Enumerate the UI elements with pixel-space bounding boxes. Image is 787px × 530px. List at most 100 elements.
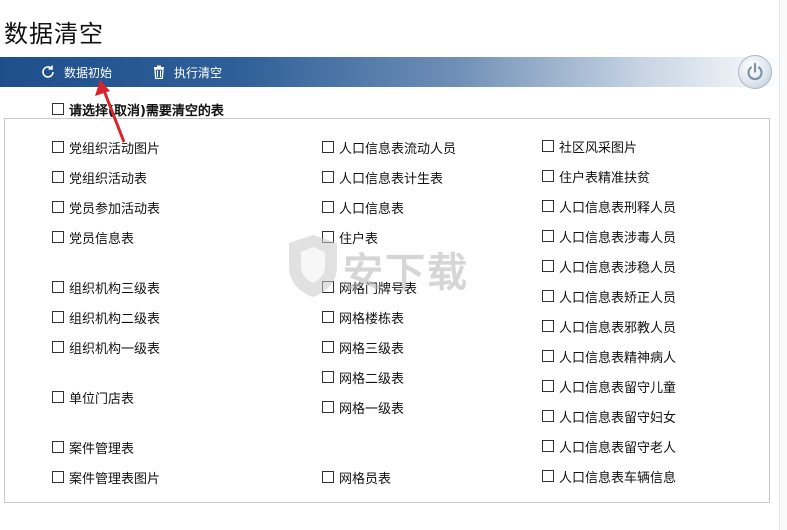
watermark-shield-icon (289, 235, 337, 297)
select-all-label: 请选择(取消)需要清空的表 (69, 103, 224, 119)
table-checkbox-label: 人口信息表精神病人 (559, 350, 677, 366)
window-right-edge (779, 0, 787, 530)
page-title: 数据清空 (4, 20, 104, 48)
toolbar: 数据初始 执行清空 (0, 57, 787, 87)
checkbox-box[interactable] (52, 441, 64, 453)
table-checkbox[interactable]: 党组织活动图片 (52, 138, 161, 157)
table-checkbox[interactable]: 单位门店表 (52, 388, 135, 407)
checkbox-box[interactable] (542, 380, 554, 392)
table-checkbox[interactable]: 人口信息表流动人员 (322, 138, 457, 157)
table-checkbox[interactable]: 组织机构一级表 (52, 338, 161, 357)
checkbox-box[interactable] (322, 341, 334, 353)
table-checkbox-label: 人口信息表留守妇女 (559, 410, 677, 426)
table-checkbox[interactable]: 案件管理表图片 (52, 468, 161, 487)
table-checkbox[interactable]: 网格员表 (322, 468, 392, 487)
table-checkbox-label: 网格楼栋表 (339, 311, 405, 327)
checkbox-box[interactable] (542, 290, 554, 302)
table-checkbox[interactable]: 人口信息表涉稳人员 (542, 257, 677, 276)
table-checkbox-label: 党组织活动图片 (69, 141, 161, 157)
table-checkbox-label: 案件管理表图片 (69, 471, 161, 487)
checkbox-box[interactable] (542, 410, 554, 422)
table-checkbox[interactable]: 人口信息表留守老人 (542, 437, 677, 456)
checkbox-box[interactable] (52, 281, 64, 293)
table-checkbox-label: 住户表精准扶贫 (559, 170, 651, 186)
checkbox-box[interactable] (542, 440, 554, 452)
table-checkbox-label: 单位门店表 (69, 391, 135, 407)
table-checkbox-label: 网格三级表 (339, 341, 405, 357)
checkbox-box[interactable] (52, 391, 64, 403)
checkbox-box[interactable] (542, 140, 554, 152)
table-checkbox-label: 人口信息表留守老人 (559, 440, 677, 456)
checkbox-box[interactable] (52, 103, 64, 115)
table-checkbox[interactable]: 人口信息表计生表 (322, 168, 444, 187)
table-checkbox[interactable]: 网格三级表 (322, 338, 405, 357)
checkbox-box[interactable] (542, 470, 554, 482)
table-checkbox-label: 组织机构三级表 (69, 281, 161, 297)
table-checkbox-label: 社区风采图片 (559, 140, 638, 156)
checkbox-box[interactable] (52, 341, 64, 353)
checkbox-box[interactable] (542, 350, 554, 362)
table-checkbox[interactable]: 党员参加活动表 (52, 198, 160, 217)
checkbox-box[interactable] (542, 320, 554, 332)
table-checkbox[interactable]: 人口信息表刑释人员 (542, 197, 677, 216)
checkbox-box[interactable] (322, 471, 334, 483)
table-checkbox-label: 人口信息表刑释人员 (559, 200, 677, 216)
table-checkbox[interactable]: 人口信息表矫正人员 (542, 287, 677, 306)
select-all-checkbox[interactable]: 请选择(取消)需要清空的表 (52, 100, 224, 119)
checkbox-box[interactable] (542, 260, 554, 272)
table-checkbox-label: 党组织活动表 (69, 171, 148, 187)
checkbox-box[interactable] (52, 171, 64, 183)
table-checkbox[interactable]: 组织机构三级表 (52, 278, 161, 297)
checkbox-box[interactable] (52, 141, 64, 153)
checkbox-box[interactable] (542, 200, 554, 212)
checkbox-box[interactable] (52, 231, 64, 243)
table-checkbox[interactable]: 住户表精准扶贫 (542, 167, 651, 186)
table-checkbox-label: 人口信息表涉稳人员 (559, 260, 677, 276)
checkbox-box[interactable] (52, 471, 64, 483)
table-checkbox-label: 人口信息表车辆信息 (559, 470, 677, 486)
data-init-label: 数据初始 (64, 65, 113, 80)
table-checkbox[interactable]: 人口信息表车辆信息 (542, 467, 677, 486)
table-checkbox[interactable]: 组织机构二级表 (52, 308, 160, 327)
checkbox-box[interactable] (322, 311, 334, 323)
table-checkbox[interactable]: 人口信息表 (322, 198, 405, 217)
table-checkbox-label: 网格员表 (339, 471, 392, 487)
checkbox-box[interactable] (52, 311, 64, 323)
table-checkbox[interactable]: 社区风采图片 (542, 137, 638, 156)
table-checkbox-label: 网格一级表 (339, 401, 405, 417)
checkbox-box[interactable] (322, 401, 334, 413)
table-checkbox-label: 党员信息表 (69, 231, 135, 247)
table-checkbox[interactable]: 人口信息表邪教人员 (542, 317, 677, 336)
checkbox-box[interactable] (322, 171, 334, 183)
data-init-button[interactable]: 数据初始 (40, 57, 112, 87)
table-checkbox-label: 人口信息表矫正人员 (559, 290, 677, 306)
table-checkbox-label: 人口信息表计生表 (339, 171, 444, 187)
trash-icon (154, 65, 164, 79)
table-checkbox-label: 人口信息表流动人员 (339, 141, 457, 157)
table-checkbox[interactable]: 网格二级表 (322, 368, 405, 387)
table-checkbox[interactable]: 人口信息表精神病人 (542, 347, 677, 366)
checkbox-box[interactable] (322, 371, 334, 383)
power-icon (747, 62, 763, 81)
table-checkbox[interactable]: 网格楼栋表 (322, 308, 405, 327)
table-checkbox[interactable]: 人口信息表留守儿童 (542, 377, 676, 396)
table-checkbox[interactable]: 案件管理表 (52, 438, 135, 457)
table-checkbox[interactable]: 人口信息表留守妇女 (542, 407, 677, 426)
table-checkbox-label: 案件管理表 (69, 441, 135, 457)
table-checkbox[interactable]: 党组织活动表 (52, 168, 148, 187)
table-checkbox-label: 网格二级表 (339, 371, 405, 387)
checkbox-box[interactable] (542, 170, 554, 182)
table-checkbox-label: 人口信息表 (339, 201, 405, 217)
table-checkbox[interactable]: 网格一级表 (322, 398, 405, 417)
checkbox-box[interactable] (322, 201, 334, 213)
checkbox-box[interactable] (52, 201, 64, 213)
table-checkbox-label: 人口信息表邪教人员 (559, 320, 677, 336)
table-checkbox[interactable]: 党员信息表 (52, 228, 135, 247)
table-checkbox[interactable]: 人口信息表涉毒人员 (542, 227, 676, 246)
table-checkbox-label: 组织机构一级表 (69, 341, 161, 357)
power-button[interactable] (738, 55, 772, 89)
execute-clear-button[interactable]: 执行清空 (152, 57, 222, 87)
checkbox-box[interactable] (322, 141, 334, 153)
checkbox-box[interactable] (542, 230, 554, 242)
watermark-text: 安下载 (343, 250, 469, 296)
